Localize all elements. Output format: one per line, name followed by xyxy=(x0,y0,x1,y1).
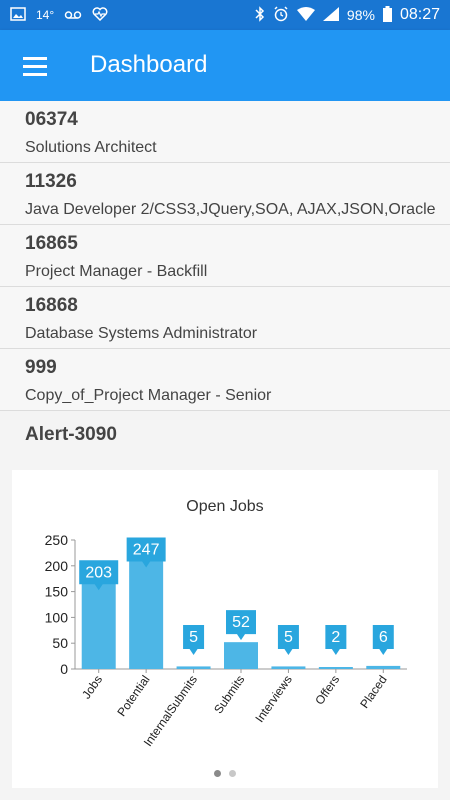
battery-percent: 98% xyxy=(346,7,375,23)
x-tick-label: Potential xyxy=(114,673,152,719)
y-tick-label: 50 xyxy=(52,635,68,651)
chart-card[interactable]: Open Jobs 0 50 100 150 200 250 203 Jobs 247 Poten… xyxy=(12,470,438,788)
data-label: 5 xyxy=(189,629,198,646)
data-label: 6 xyxy=(379,629,388,646)
data-label: 52 xyxy=(232,614,250,631)
battery-icon xyxy=(382,5,392,25)
clock-time: 08:27 xyxy=(399,6,440,23)
job-id: 11326 xyxy=(25,171,77,192)
bar xyxy=(366,665,401,669)
open-jobs-bar-chart: 0 50 100 150 200 250 203 Jobs 247 Potential 5 Inter… xyxy=(45,532,407,749)
data-label: 5 xyxy=(284,629,293,646)
x-tick-label: Placed xyxy=(357,673,390,711)
job-list: 06374 Solutions Architect 11326 Java Dev… xyxy=(0,101,450,411)
y-tick-label: 150 xyxy=(45,584,69,600)
x-tick-label: Submits xyxy=(211,673,247,717)
page-dot-active[interactable] xyxy=(214,770,221,777)
signal-icon xyxy=(322,6,339,24)
y-tick-label: 250 xyxy=(45,532,69,548)
job-id: 16868 xyxy=(25,295,78,316)
menu-icon[interactable] xyxy=(14,45,56,87)
y-tick-label: 100 xyxy=(45,609,69,625)
job-title: Project Manager - Backfill xyxy=(25,263,208,280)
job-id: 16865 xyxy=(25,233,78,254)
page-title: Dashboard xyxy=(90,51,208,78)
gallery-icon xyxy=(10,6,26,24)
data-label: 247 xyxy=(133,542,160,559)
alarm-icon xyxy=(273,5,289,25)
page-dot[interactable] xyxy=(229,770,236,777)
list-item[interactable]: 999 Copy_of_Project Manager - Senior xyxy=(0,349,450,411)
heart-pulse-icon xyxy=(92,6,108,24)
list-item[interactable]: 16865 Project Manager - Backfill xyxy=(0,225,450,287)
bluetooth-icon xyxy=(255,5,265,25)
job-title: Copy_of_Project Manager - Senior xyxy=(25,387,272,404)
data-label: 2 xyxy=(331,629,340,646)
app-bar: Dashboard xyxy=(0,30,450,101)
temperature-text: 14° xyxy=(36,8,55,22)
list-item[interactable]: 16868 Database Systems Administrator xyxy=(0,287,450,349)
wifi-icon xyxy=(296,6,315,24)
bar xyxy=(224,642,258,669)
page-indicator xyxy=(12,770,438,777)
y-tick-label: 200 xyxy=(45,558,69,574)
bar xyxy=(176,666,211,669)
voicemail-icon xyxy=(64,8,82,23)
bar xyxy=(318,667,353,669)
x-tick-label: Interviews xyxy=(252,673,294,725)
job-id: 999 xyxy=(25,357,57,378)
list-item[interactable]: 11326 Java Developer 2/CSS3,JQuery,SOA, … xyxy=(0,163,450,225)
alert-label[interactable]: Alert-3090 xyxy=(25,424,117,446)
status-bar: 14° 98% 08:27 xyxy=(0,0,450,30)
x-tick-label: Offers xyxy=(312,673,342,708)
x-tick-label: Jobs xyxy=(79,673,105,702)
list-item[interactable]: 06374 Solutions Architect xyxy=(0,101,450,163)
job-title: Java Developer 2/CSS3,JQuery,SOA, AJAX,J… xyxy=(25,201,436,218)
job-title: Database Systems Administrator xyxy=(25,325,258,342)
y-tick-label: 0 xyxy=(60,661,68,677)
bar xyxy=(271,666,306,669)
job-title: Solutions Architect xyxy=(25,139,157,156)
data-label: 203 xyxy=(85,564,112,581)
job-id: 06374 xyxy=(25,109,78,130)
